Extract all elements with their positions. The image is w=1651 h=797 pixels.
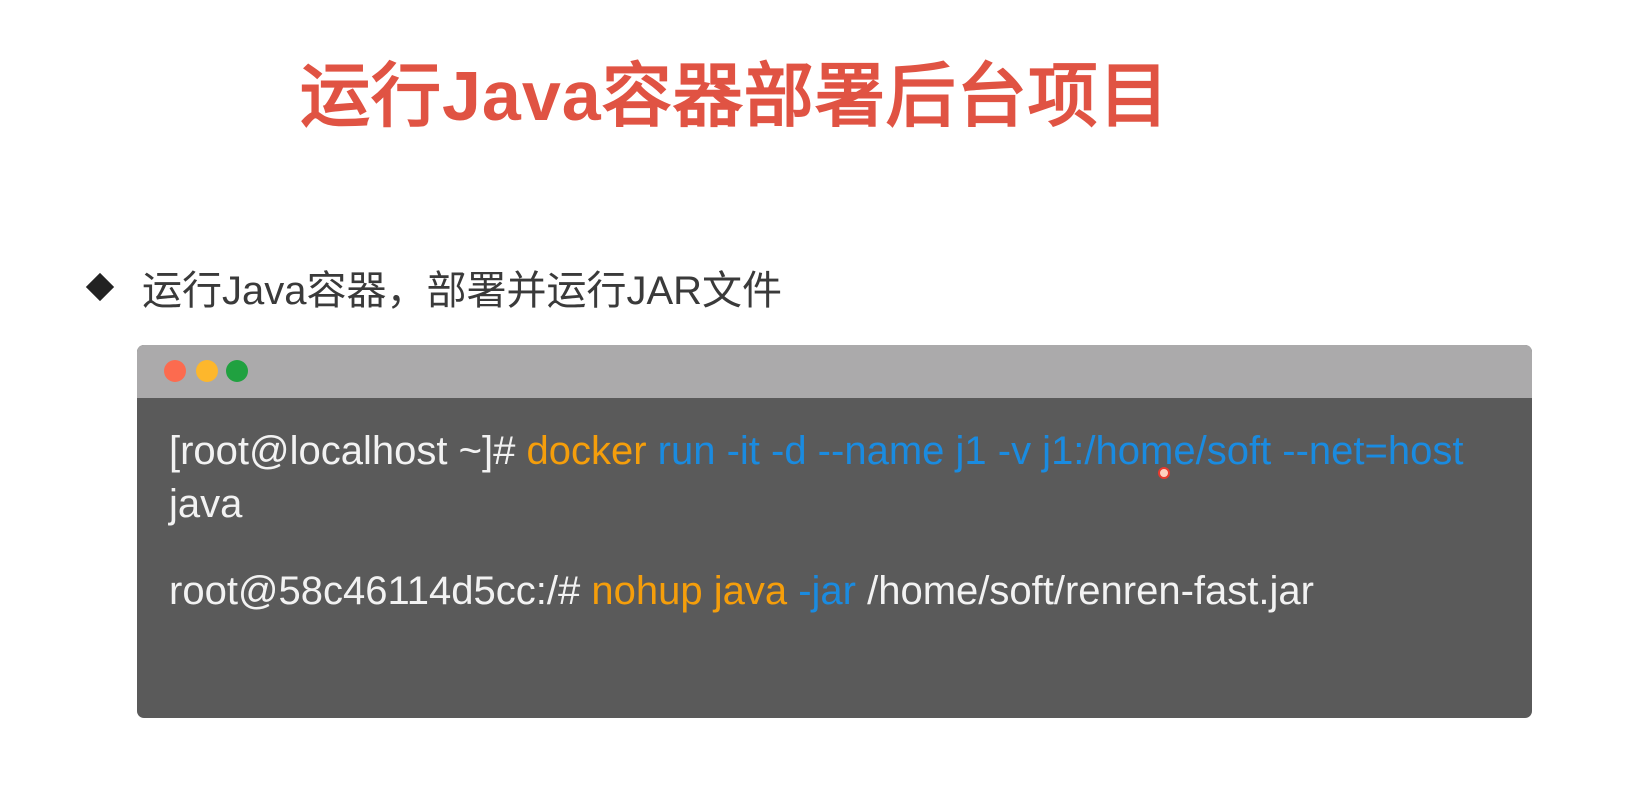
command: nohup java — [591, 569, 788, 613]
terminal-content: [root@localhost ~]# docker run -it -d --… — [169, 425, 1489, 652]
diamond-bullet-icon — [85, 272, 115, 302]
image-name: java — [169, 482, 243, 526]
bullet-text: 运行Java容器，部署并运行JAR文件 — [142, 269, 783, 313]
command-line-1: [root@localhost ~]# docker run -it -d --… — [169, 425, 1489, 531]
arguments: -jar — [787, 569, 868, 613]
terminal-window: [root@localhost ~]# docker run -it -d --… — [137, 345, 1532, 718]
command: docker — [526, 429, 647, 473]
jar-path: /home/soft/renren-fast.jar — [867, 569, 1314, 613]
terminal-title-bar — [137, 345, 1532, 398]
close-dot-icon — [164, 360, 186, 382]
minimize-dot-icon — [196, 360, 218, 382]
prompt: [root@localhost ~]# — [169, 429, 527, 473]
arguments: run -it -d --name j1 -v j1:/home/soft --… — [646, 429, 1464, 473]
bullet-item: 运行Java容器，部署并运行JAR文件 — [82, 258, 782, 316]
maximize-dot-icon — [226, 360, 248, 382]
slide-title: 运行Java容器部署后台项目 — [300, 57, 1170, 135]
mouse-pointer-icon — [1158, 467, 1170, 479]
prompt: root@58c46114d5cc:/# — [169, 569, 592, 613]
command-line-2: root@58c46114d5cc:/# nohup java -jar /ho… — [169, 565, 1489, 618]
